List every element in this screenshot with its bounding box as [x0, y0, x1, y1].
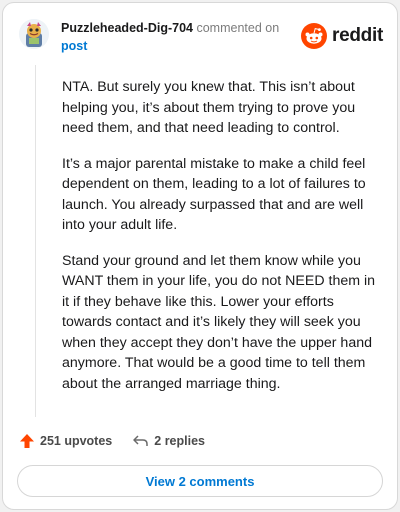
reddit-logo-icon	[301, 23, 328, 49]
comment-paragraph: Stand your ground and let them know whil…	[62, 252, 376, 392]
view-comments-button[interactable]: View 2 comments	[17, 465, 383, 497]
reply-button[interactable]: 2 replies	[132, 434, 205, 448]
comment-meta: Puzzleheaded-Dig-704 commented on post	[61, 19, 301, 55]
brand-wordmark: reddit	[332, 25, 383, 46]
reply-count: 2 replies	[154, 434, 205, 448]
comment-paragraph: NTA. But surely you knew that. This isn’…	[62, 79, 356, 136]
comment-header: Puzzleheaded-Dig-704 commented on post r…	[19, 17, 383, 57]
comment-body: NTA. But surely you knew that. This isn’…	[62, 77, 377, 409]
post-link[interactable]: post	[61, 37, 301, 55]
upvote-count: 251 upvotes	[40, 434, 113, 448]
reply-arrow-icon	[133, 435, 149, 446]
upvote-arrow-icon	[20, 434, 34, 448]
user-avatar[interactable]	[19, 19, 49, 49]
reddit-brand[interactable]: reddit	[301, 23, 383, 49]
upvote-button[interactable]: 251 upvotes	[19, 433, 112, 449]
avatar-icon	[19, 19, 49, 49]
thread-line[interactable]	[35, 65, 36, 417]
comment-paragraph: It’s a major parental mistake to make a …	[62, 155, 366, 234]
comment-action-text: commented on	[196, 21, 280, 35]
comment-actions: 251 upvotes 2 replies	[19, 431, 225, 451]
comment-author[interactable]: Puzzleheaded-Dig-704	[61, 21, 193, 35]
comment-card: Puzzleheaded-Dig-704 commented on post r…	[2, 2, 398, 510]
